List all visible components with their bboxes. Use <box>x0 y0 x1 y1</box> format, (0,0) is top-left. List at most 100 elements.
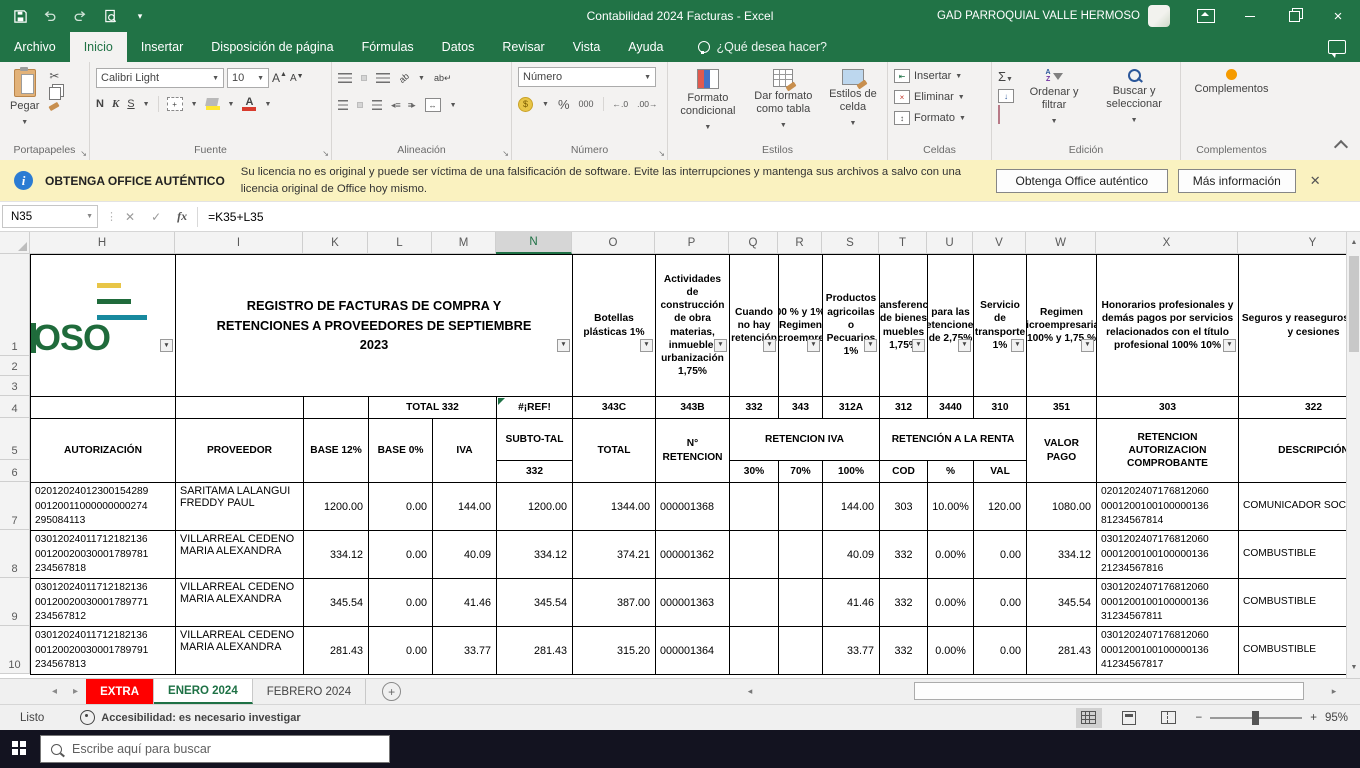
cell-R9[interactable] <box>778 578 823 627</box>
zoom-out-icon[interactable]: − <box>1196 712 1203 724</box>
format-painter-icon[interactable] <box>49 102 60 111</box>
cell-R10[interactable] <box>778 626 823 675</box>
cell-I4[interactable] <box>175 396 304 419</box>
cell-X9[interactable]: 0301202407176812060 0001200100100000136 … <box>1096 578 1239 627</box>
header-iva-70[interactable]: 70% <box>778 460 823 483</box>
format-as-table-button[interactable]: Dar formato como tabla▼ <box>748 67 819 143</box>
scroll-down-icon[interactable]: ▼ <box>1347 659 1360 676</box>
scroll-left-icon[interactable]: ◂ <box>742 683 758 699</box>
cell-O10[interactable]: 315.20 <box>572 626 656 675</box>
cell-M9[interactable]: 41.46 <box>432 578 497 627</box>
cell-code-U[interactable]: 3440 <box>927 396 974 419</box>
filter-button[interactable]: ▼ <box>912 339 925 352</box>
tab-disposicion[interactable]: Disposición de página <box>197 32 347 62</box>
cell-code-X[interactable]: 303 <box>1096 396 1239 419</box>
cell-M8[interactable]: 40.09 <box>432 530 497 579</box>
header-cell-P[interactable]: Actividades de construcción de obra mate… <box>655 254 730 397</box>
tab-ayuda[interactable]: Ayuda <box>614 32 677 62</box>
cell-code-T[interactable]: 312 <box>879 396 928 419</box>
taskbar-search[interactable]: Escribe aquí para buscar <box>40 735 390 763</box>
column-header-M[interactable]: M <box>432 232 496 254</box>
column-header-U[interactable]: U <box>927 232 973 254</box>
row-header-4[interactable]: 4 <box>0 396 30 418</box>
insert-function-icon[interactable]: fx <box>177 209 187 224</box>
align-center-icon[interactable] <box>357 102 363 108</box>
cell-Y9[interactable]: COMBUSTIBLE <box>1238 578 1346 627</box>
clear-icon[interactable] <box>998 106 1014 124</box>
header-cell-S[interactable]: Productos agricoilas o Pecuarios 1%▼ <box>822 254 880 397</box>
minimize-button[interactable] <box>1228 0 1272 32</box>
account-avatar[interactable] <box>1148 5 1170 27</box>
header-val[interactable]: VAL <box>973 460 1027 483</box>
row-header-8[interactable]: 8 <box>0 530 30 578</box>
cell-Q7[interactable] <box>729 482 779 531</box>
header-cell-Y[interactable]: Seguros y reaseguros primas y cesiones▼ <box>1238 254 1346 397</box>
cell-Y8[interactable]: COMBUSTIBLE <box>1238 530 1346 579</box>
cell-I8[interactable]: VILLARREAL CEDENO MARIA ALEXANDRA <box>175 530 304 579</box>
scroll-up-icon[interactable]: ▲ <box>1347 234 1360 251</box>
cell-K8[interactable]: 334.12 <box>303 530 369 579</box>
row-header-5[interactable]: 5 <box>0 418 30 460</box>
cell-P8[interactable]: 000001362 <box>655 530 730 579</box>
align-top-icon[interactable] <box>338 73 352 83</box>
sheet-next-icon[interactable]: ▸ <box>65 679 86 704</box>
cell-K4[interactable] <box>303 396 369 419</box>
filter-button[interactable]: ▼ <box>557 339 570 352</box>
cell-ref-error[interactable]: #¡REF! <box>496 396 573 419</box>
header-pct[interactable]: % <box>927 460 974 483</box>
header-descripcion[interactable]: DESCRIPCIÓN <box>1238 418 1346 483</box>
merge-center-icon[interactable]: ↔ <box>425 98 441 112</box>
column-header-K[interactable]: K <box>303 232 368 254</box>
get-office-button[interactable]: Obtenga Office auténtico <box>996 169 1168 193</box>
header-iva-100[interactable]: 100% <box>822 460 880 483</box>
cell-K9[interactable]: 345.54 <box>303 578 369 627</box>
cell-S10[interactable]: 33.77 <box>822 626 880 675</box>
cell-S9[interactable]: 41.46 <box>822 578 880 627</box>
percent-style-icon[interactable]: % <box>558 97 570 112</box>
header-cell-X[interactable]: Honorarios profesionales y demás pagos p… <box>1096 254 1239 397</box>
account-name[interactable]: GAD PARROQUIAL VALLE HERMOSO <box>937 10 1140 22</box>
cell-K10[interactable]: 281.43 <box>303 626 369 675</box>
cell-O8[interactable]: 374.21 <box>572 530 656 579</box>
column-header-W[interactable]: W <box>1026 232 1096 254</box>
fill-icon[interactable]: ↓ <box>998 89 1014 103</box>
row-header-2[interactable]: 2 <box>0 356 30 376</box>
cell-W10[interactable]: 281.43 <box>1026 626 1097 675</box>
accessibility-status[interactable]: Accesibilidad: es necesario investigar <box>101 712 300 724</box>
align-right-icon[interactable] <box>372 100 382 110</box>
header-cell-W[interactable]: Regimen Microempresarial: 100% y 1,75 %▼ <box>1026 254 1097 397</box>
filter-button[interactable]: ▼ <box>160 339 173 352</box>
cell-I10[interactable]: VILLARREAL CEDENO MARIA ALEXANDRA <box>175 626 304 675</box>
increase-font-icon[interactable]: A▲ <box>272 71 287 85</box>
cancel-icon[interactable]: ✕ <box>125 210 135 224</box>
cell-X10[interactable]: 0301202407176812060 0001200100100000136 … <box>1096 626 1239 675</box>
column-header-V[interactable]: V <box>973 232 1026 254</box>
ribbon-display-options-button[interactable] <box>1184 0 1228 32</box>
tab-datos[interactable]: Datos <box>428 32 489 62</box>
sheet-prev-icon[interactable]: ◂ <box>44 679 65 704</box>
save-icon[interactable] <box>12 8 28 24</box>
cell-M7[interactable]: 144.00 <box>432 482 497 531</box>
column-header-N[interactable]: N <box>496 232 572 254</box>
decrease-font-icon[interactable]: A▼ <box>290 73 304 84</box>
cell-Y10[interactable]: COMBUSTIBLE <box>1238 626 1346 675</box>
filter-button[interactable]: ▼ <box>958 339 971 352</box>
cell-P7[interactable]: 000001368 <box>655 482 730 531</box>
cell-total-332[interactable]: TOTAL 332 <box>368 396 497 419</box>
cell-Q9[interactable] <box>729 578 779 627</box>
comma-style-icon[interactable]: 000 <box>579 99 594 109</box>
row-header-6[interactable]: 6 <box>0 460 30 482</box>
cell-N7[interactable]: 1200.00 <box>496 482 573 531</box>
alignment-dialog-launcher[interactable]: ↘ <box>502 149 509 158</box>
column-header-Q[interactable]: Q <box>729 232 778 254</box>
cell-R7[interactable] <box>778 482 823 531</box>
cell-code-R[interactable]: 343 <box>778 396 823 419</box>
font-size-select[interactable]: 10▼ <box>227 68 269 88</box>
accounting-format-icon[interactable]: $ <box>518 97 533 112</box>
cell-T10[interactable]: 332 <box>879 626 928 675</box>
clipboard-dialog-launcher[interactable]: ↘ <box>80 149 87 158</box>
insert-cells-button[interactable]: ⇤Insertar▼ <box>894 67 985 85</box>
addins-button[interactable]: Complementos <box>1191 67 1273 143</box>
header-main-title[interactable]: REGISTRO DE FACTURAS DE COMPRA Y RETENCI… <box>175 254 573 397</box>
normal-view-button[interactable] <box>1076 708 1102 728</box>
